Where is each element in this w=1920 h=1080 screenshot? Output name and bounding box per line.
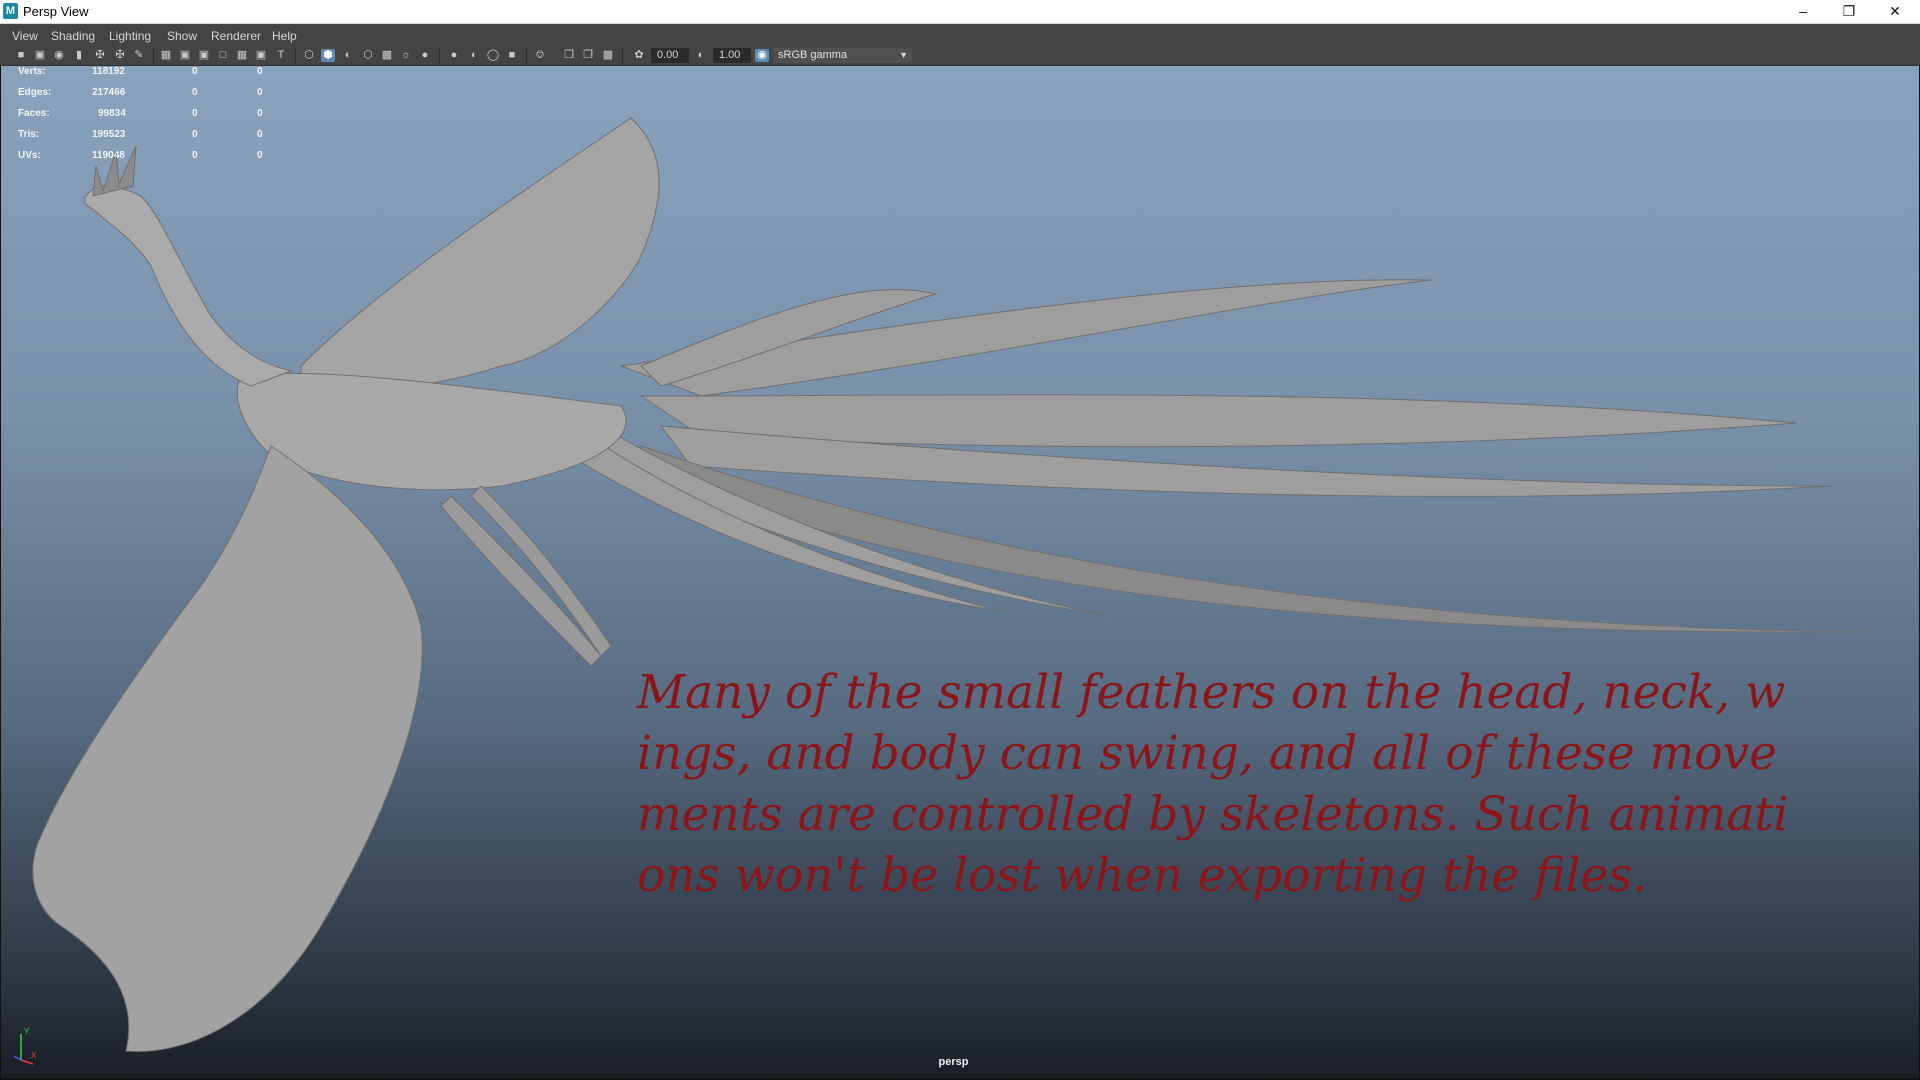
hud-selected: 0 [192,129,198,140]
hud-label: Faces: [18,108,50,119]
exposure-field[interactable]: 0.00 [651,48,689,63]
lights-icon[interactable]: ☼ [399,49,413,62]
menu-lighting[interactable]: Lighting [109,29,151,43]
hud-selected: 0 [192,66,198,77]
resolution-gate-icon[interactable]: ✠ [113,49,127,62]
xray-components-icon[interactable]: ▩ [601,49,615,62]
hud-label: Verts: [18,66,46,77]
menu-show[interactable]: Show [167,29,197,43]
phoenix-model[interactable] [1,66,1920,1078]
hud-total: 217466 [92,87,126,98]
title-bar: M Persp View – ❐ ✕ [0,0,1920,24]
bookmark-icon[interactable]: ◉ [52,49,66,62]
image-plane-icon[interactable]: ▮ [72,49,86,62]
hud-row-edges: Edges: 217466 0 0 [18,87,298,101]
shadows-icon[interactable]: ● [418,49,432,62]
hud-selected: 0 [192,87,198,98]
camera-view-icon[interactable]: ▣ [254,49,268,62]
color-management-icon[interactable]: ◉ [755,49,769,62]
wireframe-icon[interactable]: ⬡ [302,49,316,62]
hud-component: 0 [257,108,263,119]
maya-icon: M [3,3,18,19]
hud-row-uvs: UVs: 119048 0 0 [18,150,298,164]
minimize-button[interactable]: – [1780,0,1826,23]
chevron-down-icon: ▼ [899,50,908,60]
text-icon[interactable]: T [274,49,288,62]
hud-label: Edges: [18,87,52,98]
lower-wing [32,445,423,1053]
hud-component: 0 [257,87,263,98]
hud-row-faces: Faces: 99834 0 0 [18,108,298,122]
panel-toolbar: ■ ▣ ◉ ▮ ✠ ✠ ✎ ▦ ▣ ▣ □ ▦ ▣ T ⬡ ⬢ ◐ ⬡ ▩ ☼ … [0,46,1920,66]
wireframe-on-shaded-icon[interactable]: ⬡ [361,49,375,62]
hud-total: 118192 [92,66,125,77]
overlay-caption: Many of the small feathers on the head, … [637,665,1789,903]
close-icon: ✕ [1889,3,1901,19]
hud-component: 0 [257,150,263,161]
isolate-select-icon[interactable]: ⎊ [533,49,547,62]
camera-name-label: persp [938,1056,969,1068]
smooth-shade-icon[interactable]: ⬢ [321,49,335,62]
xray-joints-icon[interactable]: ❐ [581,49,595,62]
field-chart-icon[interactable]: ▣ [197,49,211,62]
hud-row-verts: Verts: 118192 0 0 [18,66,298,80]
upper-wing [300,117,660,391]
hud-total: 99834 [98,108,126,119]
menu-view[interactable]: View [12,29,38,43]
hud-total: 199523 [92,129,126,140]
default-material-icon[interactable]: ◐ [341,49,355,62]
gate-mask-icon[interactable]: ▣ [178,49,192,62]
hud-selected: 0 [192,108,198,119]
camera-icon[interactable]: ■ [14,49,28,62]
hud-label: Tris: [18,129,40,140]
window-title: Persp View [23,4,89,19]
panel-menu-bar: View Shading Lighting Show Renderer Help [0,24,1920,46]
gamma-field[interactable]: 1.00 [713,48,751,63]
menu-shading[interactable]: Shading [51,29,95,43]
grid-icon[interactable]: ▦ [159,49,173,62]
menu-renderer[interactable]: Renderer [211,29,261,43]
restore-button[interactable]: ❐ [1826,0,1872,23]
depth-of-field-icon[interactable]: ■ [505,49,519,62]
hud-component: 0 [257,129,263,140]
minimize-icon: – [1799,3,1807,19]
pencil-icon[interactable]: ✎ [132,49,146,62]
perspective-viewport[interactable]: Verts: 118192 0 0 Edges: 217466 0 0 Face… [0,66,1920,1078]
camera-attributes-icon[interactable]: ▣ [33,49,47,62]
anti-aliasing-icon[interactable]: ◯ [486,49,500,62]
neck [84,186,293,387]
hud-total: 119048 [92,150,125,161]
leg [470,485,612,657]
exposure-icon[interactable]: ✿ [632,49,646,62]
axis-y-label: Y [24,1027,30,1036]
hud-selected: 0 [192,150,198,161]
hud-component: 0 [257,66,263,77]
textured-icon[interactable]: ▩ [380,49,394,62]
hud-row-tris: Tris: 199523 0 0 [18,129,298,143]
color-space-label: sRGB gamma [778,49,848,61]
menu-help[interactable]: Help [272,29,297,43]
ambient-occlusion-icon[interactable]: ● [447,49,461,62]
xray-icon[interactable]: ❐ [562,49,576,62]
color-space-dropdown[interactable]: sRGB gamma ▼ [774,48,912,63]
close-button[interactable]: ✕ [1872,0,1918,23]
gamma-icon[interactable]: ◐ [694,49,708,62]
film-gate-icon[interactable]: ✠ [93,49,107,62]
hud-label: UVs: [18,150,41,161]
safe-title-icon[interactable]: ▦ [235,49,249,62]
restore-icon: ❐ [1842,3,1856,19]
leg [440,495,602,667]
safe-action-icon[interactable]: □ [216,49,230,62]
motion-blur-icon[interactable]: ◖ [466,49,480,62]
